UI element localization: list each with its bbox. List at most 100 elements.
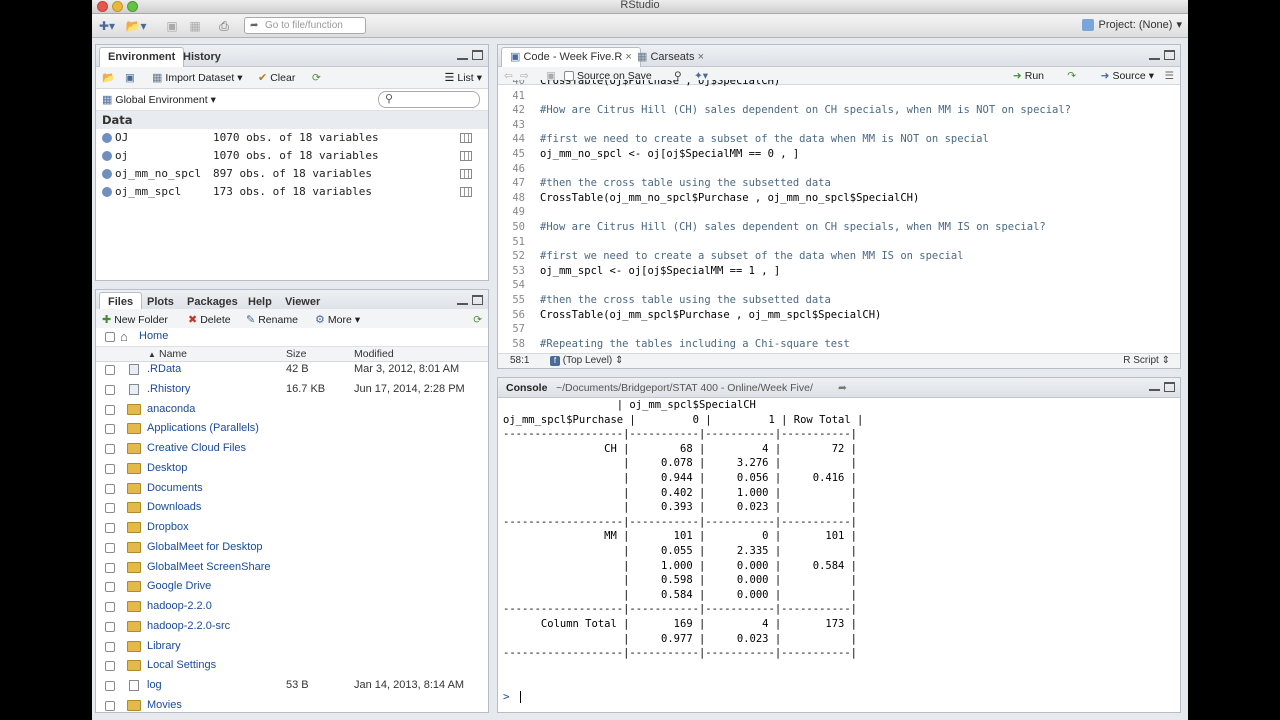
file-row[interactable]: Google Drive (96, 577, 488, 597)
load-workspace-icon[interactable]: 📂 (102, 70, 115, 86)
view-table-icon[interactable] (460, 151, 472, 161)
scope-selector[interactable]: f (Top Level) ⇕ (550, 354, 623, 368)
file-name[interactable]: .Rhistory (147, 380, 190, 399)
new-file-icon[interactable]: ✚▾ (96, 18, 118, 34)
minimize-pane-icon[interactable] (1149, 54, 1160, 60)
file-checkbox[interactable] (105, 602, 115, 612)
file-name[interactable]: Movies (147, 696, 182, 712)
file-checkbox[interactable] (105, 582, 115, 593)
file-row[interactable]: Library (96, 637, 488, 657)
expand-icon[interactable] (102, 187, 112, 197)
file-row[interactable]: GlobalMeet ScreenShare (96, 558, 488, 578)
file-row[interactable]: Movies (96, 696, 488, 712)
expand-icon[interactable] (102, 151, 112, 161)
code-area[interactable]: 40 CrossTable(oj$Purchase , oj$SpecialCH)… (498, 80, 1180, 350)
delete-button[interactable]: ✖ Delete (188, 312, 231, 328)
clear-button[interactable]: ✔ Clear (258, 70, 295, 86)
file-name[interactable]: anaconda (147, 400, 195, 419)
go-to-dir-icon[interactable]: ➦ (838, 378, 847, 398)
maximize-pane-icon[interactable] (472, 295, 483, 305)
file-name[interactable]: Local Settings (147, 656, 216, 675)
file-row[interactable]: anaconda (96, 400, 488, 420)
file-row[interactable]: GlobalMeet for Desktop (96, 538, 488, 558)
tab-carseats[interactable]: ▦ Carseats × (628, 47, 713, 67)
more-button[interactable]: ⚙ More ▾ (315, 312, 360, 328)
close-window-button[interactable] (97, 1, 108, 12)
file-row[interactable]: Downloads (96, 498, 488, 518)
file-checkbox[interactable] (105, 562, 115, 573)
env-row[interactable]: oj 1070 obs. of 18 variables (96, 147, 488, 165)
refresh-icon[interactable]: ⟳ (312, 70, 321, 86)
view-table-icon[interactable] (460, 187, 472, 197)
file-checkbox[interactable] (105, 483, 115, 494)
file-checkbox[interactable] (105, 384, 115, 395)
file-name[interactable]: Creative Cloud Files (147, 439, 246, 458)
expand-icon[interactable] (102, 133, 112, 143)
file-name[interactable]: .RData (147, 360, 181, 379)
env-row[interactable]: oj_mm_spcl 173 obs. of 18 variables (96, 183, 488, 201)
file-checkbox[interactable] (105, 681, 115, 691)
minimize-window-button[interactable] (112, 1, 123, 12)
file-name[interactable]: GlobalMeet for Desktop (147, 538, 263, 557)
file-checkbox[interactable] (105, 404, 115, 415)
file-name[interactable]: GlobalMeet ScreenShare (147, 558, 271, 577)
tab-environment[interactable]: Environment (99, 47, 185, 67)
rename-button[interactable]: ✎ Rename (246, 312, 298, 328)
file-name[interactable]: log (147, 676, 162, 695)
file-name[interactable]: Downloads (147, 498, 201, 517)
file-row[interactable]: hadoop-2.2.0 (96, 597, 488, 617)
tab-week-five[interactable]: ▣ Code - Week Five.R × (501, 47, 641, 67)
new-folder-button[interactable]: ✚ New Folder (102, 312, 168, 328)
file-checkbox[interactable] (105, 444, 115, 454)
environment-selector[interactable]: ▦ Global Environment ▾ (102, 92, 216, 108)
expand-icon[interactable] (102, 169, 112, 179)
maximize-pane-icon[interactable] (1164, 382, 1175, 392)
file-row[interactable]: Documents (96, 479, 488, 499)
view-table-icon[interactable] (460, 133, 472, 143)
print-icon[interactable]: ⎙ (216, 18, 232, 34)
file-checkbox[interactable] (105, 661, 115, 672)
env-search-input[interactable]: ⚲ (378, 91, 480, 108)
file-checkbox[interactable] (105, 424, 115, 435)
file-name[interactable]: hadoop-2.2.0 (147, 597, 212, 616)
file-row[interactable]: Local Settings (96, 656, 488, 676)
view-table-icon[interactable] (460, 169, 472, 179)
file-row[interactable]: .RData 42 B Mar 3, 2012, 8:01 AM (96, 360, 488, 380)
maximize-pane-icon[interactable] (1164, 50, 1175, 60)
file-name[interactable]: Library (147, 637, 181, 656)
file-checkbox[interactable] (105, 621, 115, 632)
file-checkbox[interactable] (105, 365, 115, 375)
env-row[interactable]: OJ 1070 obs. of 18 variables (96, 129, 488, 147)
file-checkbox[interactable] (105, 700, 115, 711)
file-checkbox[interactable] (105, 641, 115, 652)
file-row[interactable]: Dropbox (96, 518, 488, 538)
tab-history[interactable]: History (174, 47, 230, 67)
file-checkbox[interactable] (105, 463, 115, 474)
file-checkbox[interactable] (105, 503, 115, 514)
import-dataset-button[interactable]: ▦ Import Dataset ▾ (152, 70, 243, 86)
file-row[interactable]: Desktop (96, 459, 488, 479)
file-row[interactable]: .Rhistory 16.7 KB Jun 17, 2014, 2:28 PM (96, 380, 488, 400)
minimize-pane-icon[interactable] (457, 299, 468, 305)
maximize-pane-icon[interactable] (472, 50, 483, 60)
file-name[interactable]: Documents (147, 479, 203, 498)
language-selector[interactable]: R Script ⇕ (1123, 354, 1170, 368)
minimize-pane-icon[interactable] (1149, 385, 1160, 391)
file-name[interactable]: Applications (Parallels) (147, 419, 259, 438)
file-name[interactable]: Desktop (147, 459, 187, 478)
select-all-checkbox[interactable] (105, 332, 115, 342)
file-checkbox[interactable] (105, 542, 115, 553)
project-menu[interactable]: Project: (None) ▾ (1082, 18, 1182, 31)
zoom-window-button[interactable] (127, 1, 138, 12)
file-row[interactable]: log 53 B Jan 14, 2013, 8:14 AM (96, 676, 488, 696)
file-name[interactable]: hadoop-2.2.0-src (147, 617, 230, 636)
save-icon[interactable]: ▣ (165, 18, 179, 34)
file-name[interactable]: Dropbox (147, 518, 189, 537)
list-view-button[interactable]: ☰ List ▾ (445, 70, 483, 86)
close-tab-icon[interactable]: × (698, 51, 704, 63)
file-row[interactable]: Creative Cloud Files (96, 439, 488, 459)
minimize-pane-icon[interactable] (457, 54, 468, 60)
open-project-icon[interactable]: 📂▾ (124, 18, 148, 34)
refresh-icon[interactable]: ⟳ (473, 312, 482, 328)
console-prompt[interactable]: > (503, 690, 522, 703)
